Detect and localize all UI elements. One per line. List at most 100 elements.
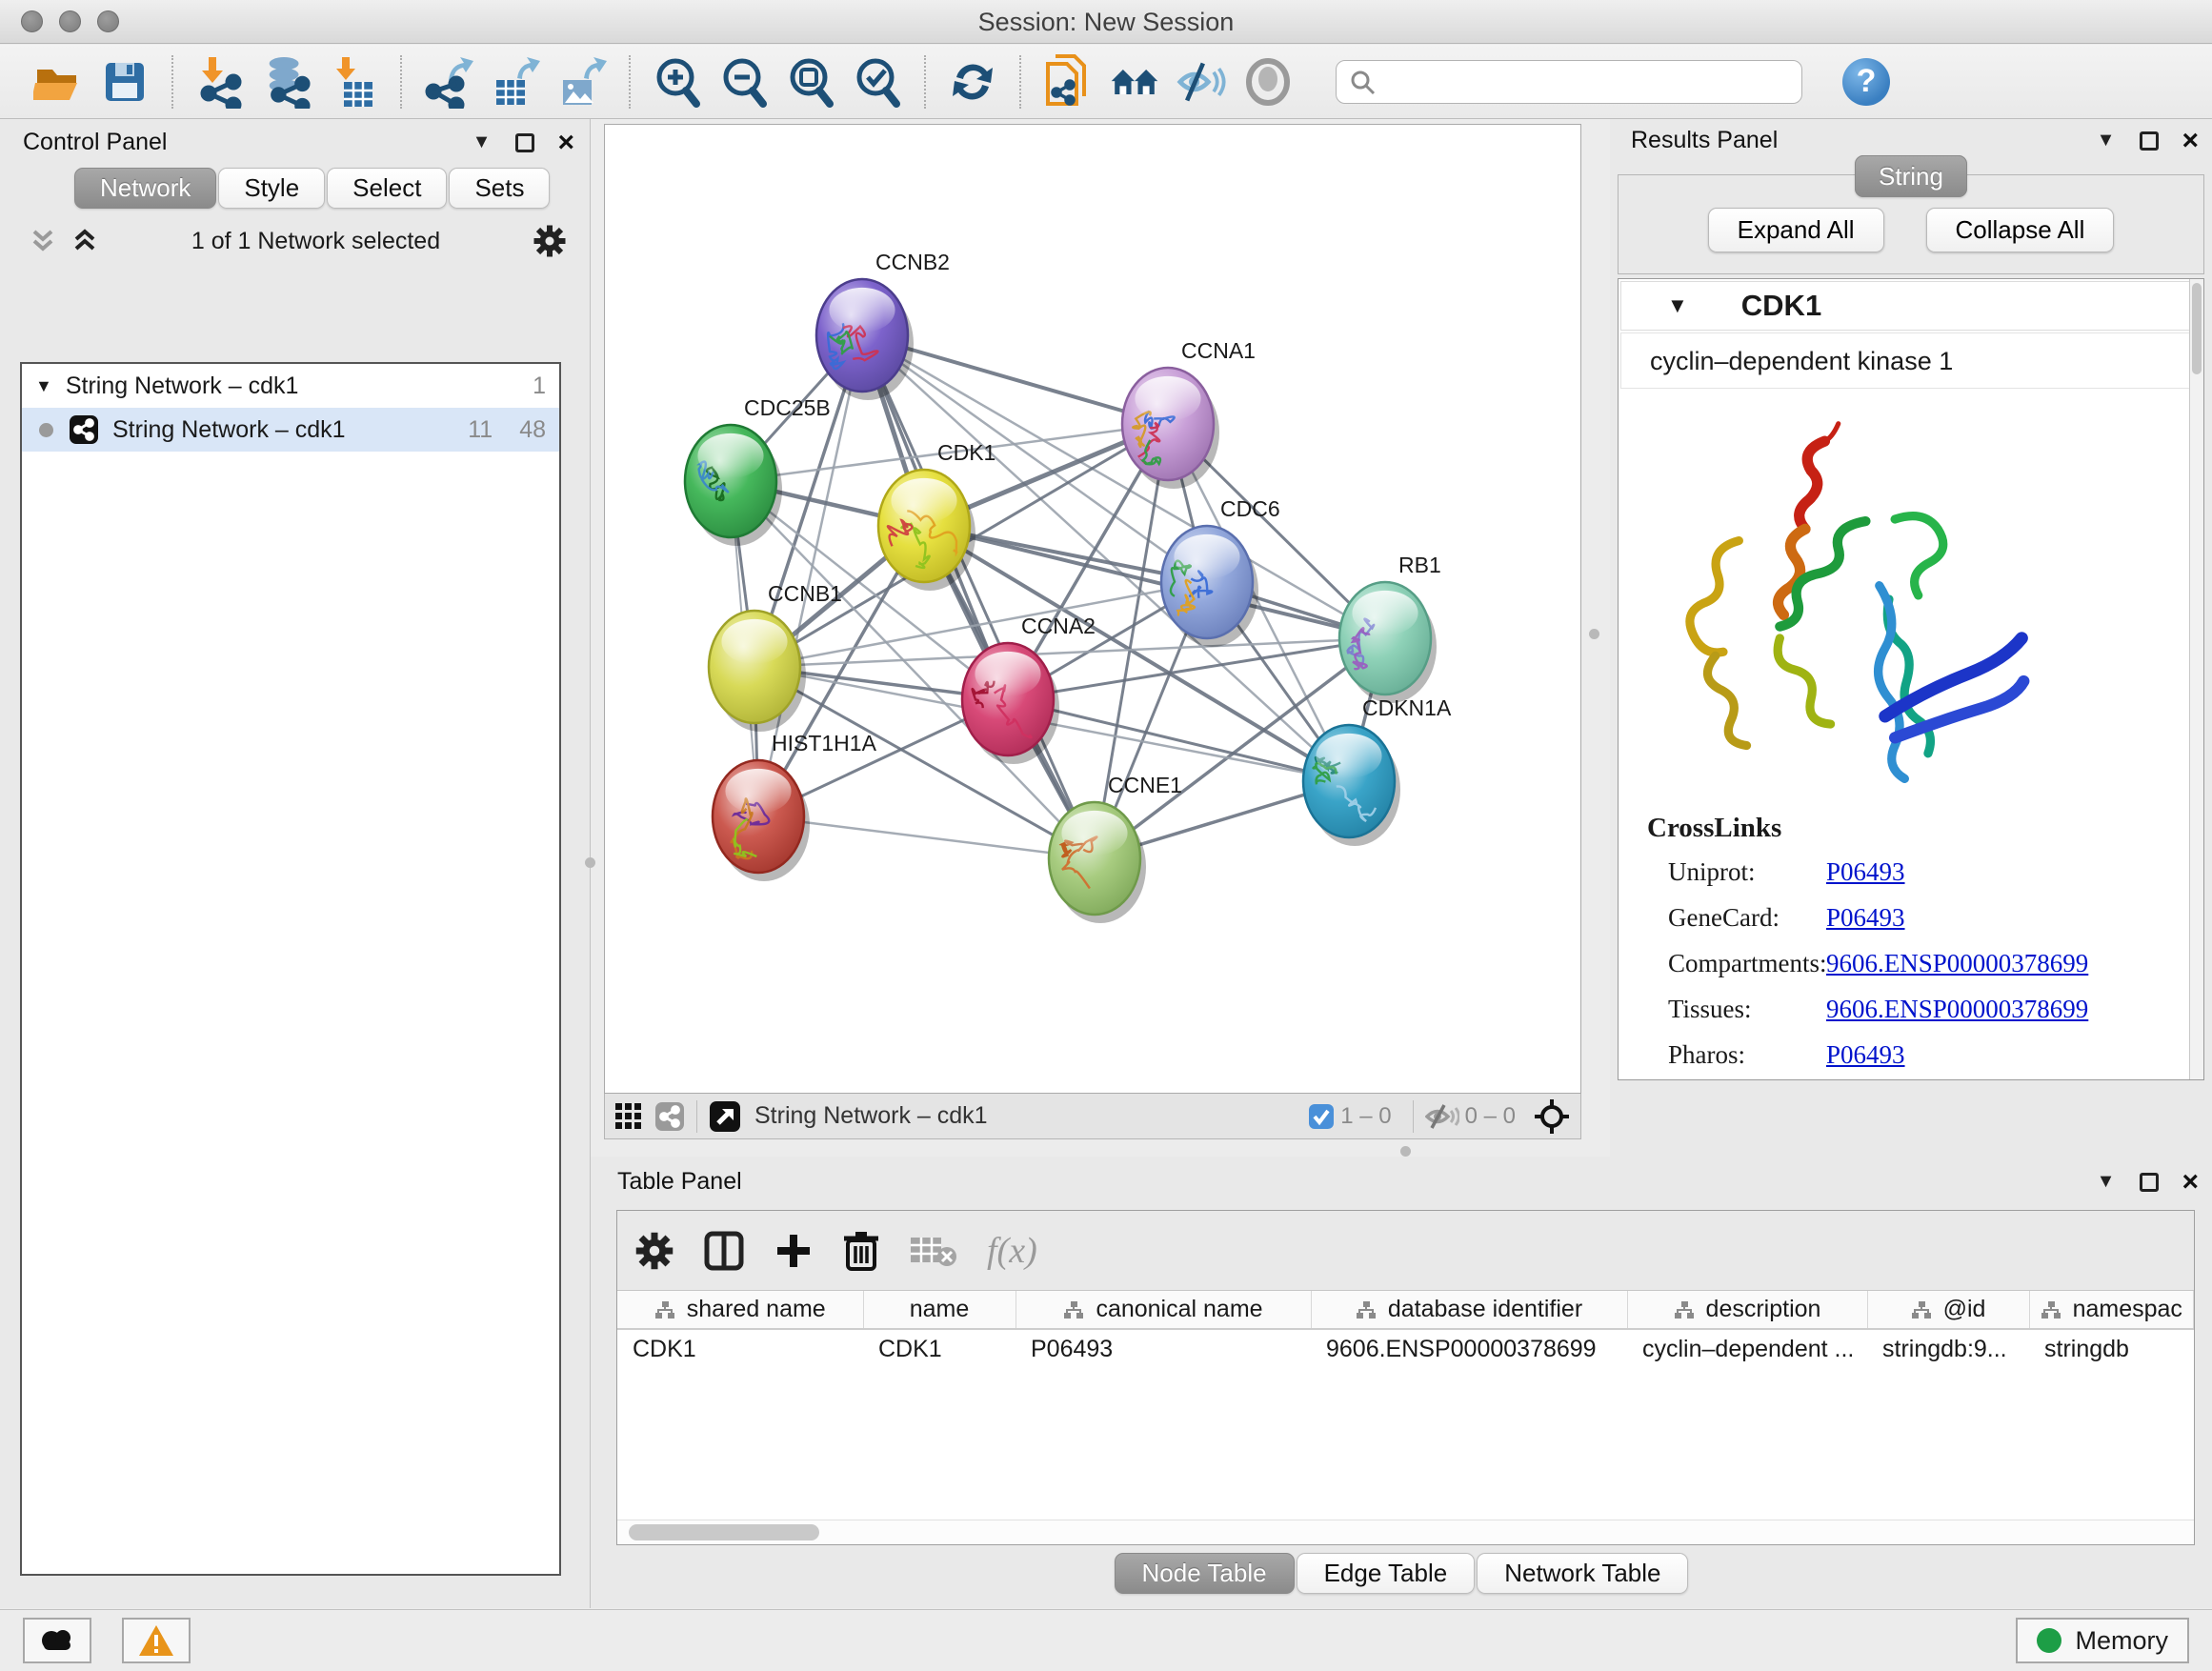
protein-entry-header[interactable]: ▼ CDK1 (1620, 281, 2202, 331)
network-edge-CCNB2-CCNE1[interactable] (862, 335, 1095, 858)
crosslink-pharos[interactable]: P06493 (1826, 1040, 1905, 1070)
results-panel-menu-caret-icon[interactable]: ▼ (2097, 130, 2116, 151)
network-node-CDK1[interactable]: CDK1 (878, 440, 995, 591)
entry-collapse-caret-icon[interactable]: ▼ (1667, 293, 1688, 318)
tab-sets[interactable]: Sets (449, 168, 550, 209)
delete-table-icon[interactable] (909, 1232, 958, 1270)
tab-style[interactable]: Style (218, 168, 325, 209)
import-network-from-database-button[interactable] (262, 55, 312, 109)
import-table-button[interactable] (329, 55, 378, 109)
network-node-CCNB1[interactable]: CCNB1 (709, 581, 842, 732)
tab-select[interactable]: Select (327, 168, 447, 209)
network-node-CCNA1[interactable]: CCNA1 (1122, 338, 1256, 489)
control-panel-menu-caret-icon[interactable]: ▼ (473, 131, 492, 153)
table-panel-close-button[interactable]: × (2182, 1173, 2199, 1192)
table-tabs: Node Table Edge Table Network Table (591, 1553, 2212, 1594)
network-node-RB1[interactable]: RB1 (1339, 553, 1441, 703)
left-splitter-handle[interactable] (585, 857, 595, 868)
collection-expand-caret-icon[interactable]: ▼ (35, 376, 52, 396)
tab-node-table[interactable]: Node Table (1115, 1553, 1295, 1594)
cell-id[interactable]: stringdb:9... (1867, 1329, 2029, 1369)
tab-network-table[interactable]: Network Table (1477, 1553, 1688, 1594)
expand-all-button[interactable]: Expand All (1708, 208, 1884, 252)
apply-layout-button[interactable] (948, 55, 997, 109)
table-horizontal-scrollbar[interactable] (617, 1520, 2194, 1544)
open-session-button[interactable] (33, 55, 83, 109)
expand-all-icon[interactable] (70, 228, 99, 254)
crosslink-compartments[interactable]: 9606.ENSP00000378699 (1826, 949, 2088, 978)
control-panel-close-button[interactable]: × (557, 133, 574, 152)
show-hidden-button[interactable] (1243, 55, 1293, 109)
cell-name[interactable]: CDK1 (863, 1329, 1016, 1369)
results-panel-close-button[interactable]: × (2182, 131, 2199, 151)
warnings-button[interactable] (122, 1618, 191, 1663)
network-options-gear-icon[interactable] (533, 224, 567, 258)
tab-edge-table[interactable]: Edge Table (1297, 1553, 1476, 1594)
cell-database-identifier[interactable]: 9606.ENSP00000378699 (1311, 1329, 1627, 1369)
table-row[interactable]: CDK1 CDK1 P06493 9606.ENSP00000378699 cy… (617, 1329, 2194, 1369)
crosslink-tissues[interactable]: 9606.ENSP00000378699 (1826, 995, 2088, 1024)
results-panel-float-button[interactable] (2140, 131, 2159, 151)
column-header[interactable]: name (863, 1291, 1016, 1329)
zoom-out-icon (719, 56, 769, 108)
control-panel-float-button[interactable] (515, 133, 534, 152)
add-column-icon[interactable] (774, 1231, 814, 1271)
export-network-button[interactable] (424, 55, 473, 109)
right-splitter-handle[interactable] (1589, 629, 1599, 639)
cloud-status-button[interactable] (23, 1618, 91, 1663)
crosslink-genecard[interactable]: P06493 (1826, 903, 1905, 933)
column-header[interactable]: database identifier (1311, 1291, 1627, 1329)
results-scrollbar[interactable] (2189, 279, 2203, 1079)
collapse-all-icon[interactable] (29, 228, 57, 254)
tab-string[interactable]: String (1855, 155, 1967, 197)
table-panel-float-button[interactable] (2140, 1173, 2159, 1192)
help-button[interactable]: ? (1842, 58, 1890, 106)
zoom-out-button[interactable] (719, 55, 769, 109)
tab-network[interactable]: Network (74, 168, 216, 209)
zoom-fit-button[interactable] (786, 55, 835, 109)
function-builder-button[interactable]: f(x) (987, 1230, 1037, 1272)
cell-namespace[interactable]: stringdb (2029, 1329, 2194, 1369)
search-input[interactable] (1377, 63, 1790, 101)
grid-mode-icon[interactable] (614, 1102, 643, 1131)
network-node-HIST1H1A[interactable]: HIST1H1A (713, 731, 877, 881)
cell-description[interactable]: cyclin–dependent ... (1627, 1329, 1867, 1369)
import-network-button[interactable] (195, 55, 245, 109)
zoom-selected-button[interactable] (853, 55, 902, 109)
network-row[interactable]: String Network – cdk1 11 48 (22, 408, 559, 452)
export-image-button[interactable] (557, 55, 607, 109)
network-canvas[interactable]: CCNB2CCNA1CDC25BCDK1CDC6RB1CCNB1CCNA2CDK… (604, 124, 1581, 1094)
network-node-CDKN1A[interactable]: CDKN1A (1303, 695, 1452, 846)
export-table-button[interactable] (491, 55, 540, 109)
cell-canonical-name[interactable]: P06493 (1016, 1329, 1311, 1369)
cell-shared-name[interactable]: CDK1 (617, 1329, 863, 1369)
show-all-nodes-button[interactable] (1110, 55, 1159, 109)
column-header[interactable]: canonical name (1016, 1291, 1311, 1329)
crosslink-uniprot[interactable]: P06493 (1826, 857, 1905, 887)
column-header[interactable]: namespac (2029, 1291, 2194, 1329)
zoom-in-button[interactable] (653, 55, 702, 109)
memory-button[interactable]: Memory (2016, 1618, 2189, 1663)
delete-column-trash-icon[interactable] (842, 1229, 880, 1273)
save-session-button[interactable] (100, 55, 150, 109)
warning-triangle-icon (137, 1623, 175, 1658)
hidden-eye-icon[interactable] (1425, 1103, 1459, 1130)
table-options-gear-icon[interactable] (634, 1231, 674, 1271)
network-node-CCNE1[interactable]: CCNE1 (1049, 773, 1182, 923)
network-collection-row[interactable]: ▼ String Network – cdk1 1 (22, 364, 559, 408)
column-header[interactable]: description (1627, 1291, 1867, 1329)
table-panel-menu-caret-icon[interactable]: ▼ (2097, 1171, 2116, 1193)
bottom-splitter-handle[interactable] (1400, 1146, 1411, 1157)
crosslink-label: Compartments: (1647, 949, 1826, 978)
column-header[interactable]: @id (1867, 1291, 2029, 1329)
show-columns-icon[interactable] (703, 1230, 745, 1272)
selected-checkbox-icon[interactable] (1308, 1103, 1335, 1130)
column-header[interactable]: shared name (617, 1291, 863, 1329)
first-neighbors-button[interactable] (1043, 55, 1093, 109)
hide-selected-button[interactable] (1176, 55, 1226, 109)
fit-selected-crosshair-icon[interactable] (1533, 1097, 1571, 1136)
network-view-share-icon[interactable] (654, 1101, 685, 1132)
collapse-all-button[interactable]: Collapse All (1926, 208, 2115, 252)
birds-eye-view-icon[interactable] (709, 1100, 741, 1133)
network-node-CCNB2[interactable]: CCNB2 (816, 250, 950, 400)
